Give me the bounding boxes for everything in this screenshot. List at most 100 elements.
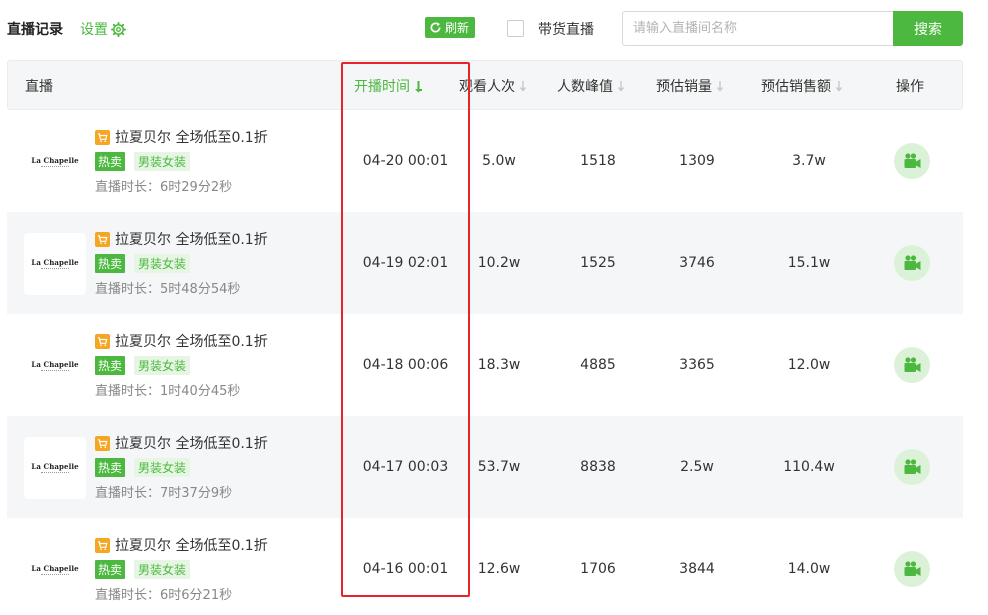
column-header-sales-volume-label: 预估销量 — [656, 79, 712, 95]
views-cell: 5.0w — [482, 153, 516, 169]
peak-cell: 1706 — [580, 561, 616, 577]
live-duration: 直播时长：6时29分2秒 — [95, 180, 233, 195]
hot-tag: 热卖 — [95, 458, 126, 477]
refresh-icon — [430, 22, 441, 33]
hot-tag: 热卖 — [95, 152, 126, 171]
toolbar: 直播记录 设置 刷新 带货直播 搜索 — [0, 0, 988, 58]
brand-logo: La Chapelle — [24, 131, 86, 193]
video-camera-icon[interactable] — [894, 245, 930, 281]
refresh-button[interactable]: 刷新 — [425, 17, 476, 38]
cart-icon — [95, 232, 110, 247]
sort-down-arrow-icon — [835, 80, 843, 92]
sort-down-arrow-icon — [415, 80, 422, 92]
table-row[interactable]: La Chapelle 拉夏贝尔 全场低至0.1折 热卖 男装女装 直播时长：7… — [7, 416, 963, 518]
hot-tag: 热卖 — [95, 254, 126, 273]
cart-icon — [95, 436, 110, 451]
video-camera-icon[interactable] — [894, 347, 930, 383]
peak-cell: 1525 — [580, 255, 616, 271]
search-button[interactable]: 搜索 — [893, 11, 963, 46]
column-header-live: 直播 — [25, 61, 53, 111]
search-input[interactable] — [622, 11, 894, 46]
live-room-name[interactable]: 拉夏贝尔 全场低至0.1折 — [115, 229, 268, 249]
peak-cell: 8838 — [580, 459, 616, 475]
hot-tag: 热卖 — [95, 356, 126, 375]
brand-logo: La Chapelle — [24, 539, 86, 601]
sales-amount-cell: 12.0w — [787, 357, 831, 373]
category-tag: 男装女装 — [134, 560, 191, 579]
table-row[interactable]: La Chapelle 拉夏贝尔 全场低至0.1折 热卖 男装女装 直播时长：6… — [7, 518, 963, 615]
column-header-live-label: 直播 — [25, 79, 53, 95]
sales-volume-cell: 2.5w — [680, 459, 714, 475]
brand-logo-text: La Chapelle — [31, 461, 79, 471]
column-header-action-label: 操作 — [896, 79, 924, 95]
cart-icon — [95, 538, 110, 553]
sales-volume-cell: 1309 — [679, 153, 715, 169]
live-commerce-checkbox[interactable] — [507, 20, 524, 37]
category-tag: 男装女装 — [134, 356, 191, 375]
video-camera-icon[interactable] — [894, 551, 930, 587]
brand-logo-text: La Chapelle — [31, 257, 79, 267]
brand-logo-text: La Chapelle — [31, 359, 79, 369]
table-row[interactable]: La Chapelle 拉夏贝尔 全场低至0.1折 热卖 男装女装 直播时长：6… — [7, 110, 963, 212]
hot-tag: 热卖 — [95, 560, 126, 579]
brand-logo: La Chapelle — [24, 335, 86, 397]
settings-link[interactable]: 设置 — [80, 19, 126, 39]
brand-logo: La Chapelle — [24, 233, 86, 295]
table-header: 直播 开播时间 观看人次 人数峰值 预估销量 预估销售额 操作 — [7, 60, 963, 110]
views-cell: 53.7w — [477, 459, 521, 475]
live-duration: 直播时长：7时37分9秒 — [95, 486, 233, 501]
column-header-sales-amount-label: 预估销售额 — [761, 79, 831, 95]
gear-icon — [111, 21, 126, 37]
category-tag: 男装女装 — [134, 254, 191, 273]
live-room-name[interactable]: 拉夏贝尔 全场低至0.1折 — [115, 433, 268, 453]
sales-amount-cell: 110.4w — [783, 459, 835, 475]
peak-cell: 1518 — [580, 153, 616, 169]
sales-volume-cell: 3746 — [679, 255, 715, 271]
brand-logo-subline — [41, 165, 69, 169]
views-cell: 12.6w — [477, 561, 521, 577]
brand-logo-text: La Chapelle — [31, 563, 79, 573]
column-header-sales-amount[interactable]: 预估销售额 — [761, 61, 844, 111]
sales-amount-cell: 3.7w — [792, 153, 826, 169]
live-duration: 直播时长：1时40分45秒 — [95, 384, 241, 399]
start-time-cell: 04-19 02:01 — [362, 255, 449, 271]
live-duration: 直播时长：6时6分21秒 — [95, 588, 233, 603]
start-time-cell: 04-20 00:01 — [362, 153, 449, 169]
live-room-name[interactable]: 拉夏贝尔 全场低至0.1折 — [115, 535, 268, 555]
start-time-cell: 04-16 00:01 — [362, 561, 449, 577]
column-header-peak-label: 人数峰值 — [557, 79, 613, 95]
sales-volume-cell: 3365 — [679, 357, 715, 373]
column-header-start-time[interactable]: 开播时间 — [354, 61, 423, 111]
sales-amount-cell: 15.1w — [787, 255, 831, 271]
refresh-label: 刷新 — [445, 21, 470, 35]
brand-logo-text: La Chapelle — [31, 155, 79, 165]
peak-cell: 4885 — [580, 357, 616, 373]
settings-label: 设置 — [80, 22, 108, 38]
views-cell: 18.3w — [477, 357, 521, 373]
video-camera-icon[interactable] — [894, 449, 930, 485]
views-cell: 10.2w — [477, 255, 521, 271]
column-header-start-time-label: 开播时间 — [354, 79, 410, 95]
sort-down-arrow-icon — [617, 80, 625, 92]
column-header-views[interactable]: 观看人次 — [459, 61, 528, 111]
live-commerce-label: 带货直播 — [538, 22, 594, 38]
sort-down-arrow-icon — [716, 80, 724, 92]
brand-logo-subline — [41, 267, 69, 271]
live-room-name[interactable]: 拉夏贝尔 全场低至0.1折 — [115, 331, 268, 351]
category-tag: 男装女装 — [134, 152, 191, 171]
column-header-views-label: 观看人次 — [459, 79, 515, 95]
sales-amount-cell: 14.0w — [787, 561, 831, 577]
column-header-sales-volume[interactable]: 预估销量 — [656, 61, 725, 111]
table-row[interactable]: La Chapelle 拉夏贝尔 全场低至0.1折 热卖 男装女装 直播时长：1… — [7, 314, 963, 416]
table-row[interactable]: La Chapelle 拉夏贝尔 全场低至0.1折 热卖 男装女装 直播时长：5… — [7, 212, 963, 314]
live-room-name[interactable]: 拉夏贝尔 全场低至0.1折 — [115, 127, 268, 147]
video-camera-icon[interactable] — [894, 143, 930, 179]
sales-volume-cell: 3844 — [679, 561, 715, 577]
brand-logo: La Chapelle — [24, 437, 86, 499]
column-header-action: 操作 — [896, 61, 924, 111]
sort-down-arrow-icon — [519, 80, 527, 92]
category-tag: 男装女装 — [134, 458, 191, 477]
start-time-cell: 04-17 00:03 — [362, 459, 449, 475]
column-header-peak[interactable]: 人数峰值 — [557, 61, 626, 111]
cart-icon — [95, 130, 110, 145]
